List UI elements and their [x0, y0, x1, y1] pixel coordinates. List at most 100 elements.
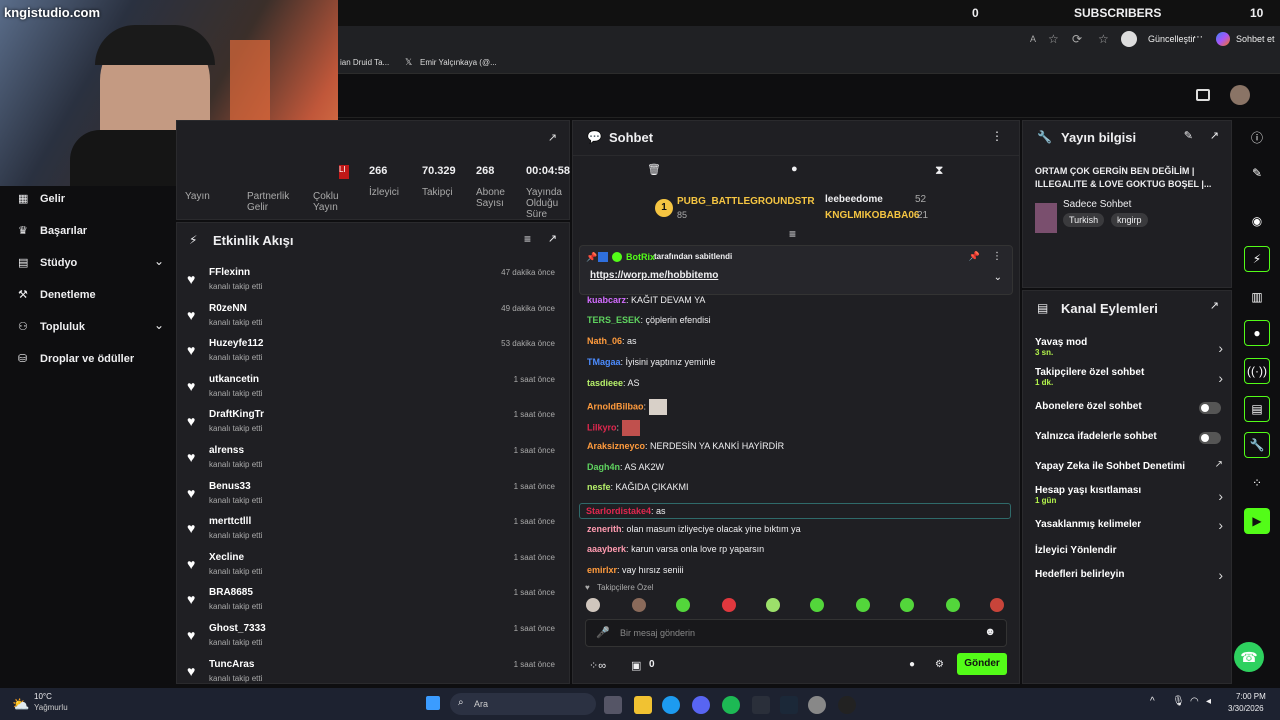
emote-button[interactable]: [900, 598, 914, 612]
tray-arrow-icon[interactable]: ^: [1150, 696, 1155, 707]
activity-event[interactable]: ♥ FFlexinn kanalı takip etti 47 dakika ö…: [177, 265, 567, 301]
chat-username[interactable]: Araksizneyco: [587, 441, 645, 451]
event-username[interactable]: Xecline: [209, 552, 244, 563]
channel-action-item[interactable]: Hedefleri belirleyin: [1035, 569, 1225, 580]
weather-icon[interactable]: ⛅: [12, 696, 29, 713]
chat-username[interactable]: aaayberk: [587, 544, 626, 554]
activity-event[interactable]: ♥ Xecline kanalı takip etti 1 saat önce: [177, 550, 567, 586]
chat-username[interactable]: nesfe: [587, 482, 611, 492]
points-icon[interactable]: ⁘∞: [589, 659, 606, 672]
chevron-right-icon[interactable]: ›: [1218, 567, 1223, 583]
sidebar-item-denetleme[interactable]: ⚒ Denetleme: [16, 286, 166, 306]
pinned-link[interactable]: https://worp.me/hobbitemo: [590, 270, 718, 281]
channel-action-item[interactable]: Yasaklanmış kelimeler: [1035, 519, 1225, 530]
clock-date[interactable]: 3/30/2026: [1228, 704, 1264, 713]
chat-username[interactable]: tasdieee: [587, 378, 623, 388]
discord-icon[interactable]: [692, 696, 710, 714]
obs-icon[interactable]: [838, 696, 856, 714]
pen-icon[interactable]: ✎: [1244, 160, 1270, 186]
stat-tab[interactable]: Çoklu Yayın: [313, 191, 343, 213]
activity-event[interactable]: ♥ TuncAras kanalı takip etti 1 saat önce: [177, 657, 567, 683]
event-username[interactable]: Benus33: [209, 481, 251, 492]
event-username[interactable]: TuncAras: [209, 659, 254, 670]
sidebar-item-basarilar[interactable]: ♛ Başarılar: [16, 222, 166, 242]
emote-button[interactable]: [810, 598, 824, 612]
activity-event[interactable]: ♥ merttctlll kanalı takip etti 1 saat ön…: [177, 514, 567, 550]
more-vertical-icon[interactable]: ⋮: [991, 129, 1003, 143]
chat-username[interactable]: zenerith: [587, 524, 622, 534]
gear-icon[interactable]: ⚙: [935, 659, 944, 670]
chat-rail-icon[interactable]: ●: [1244, 320, 1270, 346]
info-icon[interactable]: ⓘ: [1244, 124, 1270, 150]
filter-icon[interactable]: ≡: [524, 232, 531, 246]
copilot-icon[interactable]: [1216, 32, 1230, 46]
extensions-icon[interactable]: ⟳: [1072, 32, 1082, 46]
windows-start-icon[interactable]: [426, 696, 440, 710]
activity-event[interactable]: ♥ Benus33 kanalı takip etti 1 saat önce: [177, 479, 567, 515]
update-button[interactable]: Güncelleştir: [1148, 34, 1196, 44]
file-explorer-icon[interactable]: [634, 696, 652, 714]
tag[interactable]: Turkish: [1063, 213, 1105, 227]
user-avatar[interactable]: [1230, 85, 1250, 105]
sidebar-item-droplar[interactable]: ⛁ Droplar ve ödüller: [16, 350, 166, 370]
event-username[interactable]: merttctlll: [209, 516, 251, 527]
emote-button[interactable]: [856, 598, 870, 612]
bookmark-item[interactable]: ian Druid Ta...: [340, 58, 389, 67]
support-icon[interactable]: ☎: [1234, 642, 1264, 672]
camera-icon[interactable]: ◉: [1244, 208, 1270, 234]
send-button[interactable]: Gönder: [957, 653, 1007, 675]
microphone-icon[interactable]: 🎤: [596, 626, 610, 639]
stat-tab[interactable]: Partnerlik Gelir: [247, 191, 297, 213]
edge-icon[interactable]: [662, 696, 680, 714]
event-username[interactable]: R0zeNN: [209, 303, 247, 314]
event-username[interactable]: utkancetin: [209, 374, 259, 385]
wrench-rail-icon[interactable]: 🔧: [1244, 432, 1270, 458]
channel-action-item[interactable]: Yapay Zeka ile Sohbet Denetimi: [1035, 461, 1225, 472]
chevron-right-icon[interactable]: ›: [1218, 340, 1223, 356]
collapse-icon[interactable]: ≡: [789, 227, 796, 241]
toggle-switch[interactable]: [1199, 402, 1221, 414]
popout-icon[interactable]: ↗: [548, 131, 557, 144]
chevron-right-icon[interactable]: ›: [1218, 517, 1223, 533]
leader-name[interactable]: KNGLMIKOBABA06: [825, 210, 919, 221]
sidebar-item-gelir[interactable]: ▦ Gelir: [16, 190, 166, 210]
favorite-star-icon[interactable]: ☆: [1048, 32, 1059, 46]
chat-icon[interactable]: ●: [791, 163, 798, 175]
popout-icon[interactable]: ↗: [1210, 129, 1219, 142]
activity-event[interactable]: ♥ alrenss kanalı takip etti 1 saat önce: [177, 443, 567, 479]
mic-tray-icon[interactable]: 🎙: [1172, 696, 1185, 707]
chat-username[interactable]: TERS_ESEK: [587, 315, 641, 325]
clock-time[interactable]: 7:00 PM: [1236, 692, 1266, 701]
emoji-icon[interactable]: ☻: [984, 626, 996, 638]
unpin-icon[interactable]: 📌: [969, 251, 980, 262]
chat-username[interactable]: emirlxr: [587, 565, 617, 575]
popout-icon[interactable]: ↗: [548, 232, 557, 245]
emote-button[interactable]: [722, 598, 736, 612]
spotify-icon[interactable]: [722, 696, 740, 714]
media-icon[interactable]: ▶: [1244, 508, 1270, 534]
stat-tab[interactable]: Yayın: [185, 191, 210, 202]
event-username[interactable]: Huzeyfe112: [209, 338, 263, 349]
chat-username[interactable]: Lilkyro: [587, 422, 617, 432]
broadcast-icon[interactable]: ((·)): [1244, 358, 1270, 384]
terminal-icon[interactable]: [752, 696, 770, 714]
chevron-right-icon[interactable]: ›: [1218, 488, 1223, 504]
chat-username[interactable]: kuabcarz: [587, 295, 626, 305]
toggle-switch[interactable]: [1199, 432, 1221, 444]
sidebar-item-topluluk[interactable]: ⚇ Topluluk ⌄: [16, 318, 166, 338]
settings-icon[interactable]: [808, 696, 826, 714]
channel-action-item[interactable]: Yalnızca ifadelerle sohbet: [1035, 431, 1225, 442]
document-icon[interactable]: ▥: [1244, 284, 1270, 310]
taskbar-search[interactable]: ⌕ Ara: [450, 693, 596, 715]
edit-icon[interactable]: ✎: [1184, 129, 1193, 142]
studio-mode-icon[interactable]: [1196, 89, 1210, 101]
activity-event[interactable]: ♥ utkancetin kanalı takip etti 1 saat ön…: [177, 372, 567, 408]
leader-name[interactable]: leebeedome: [825, 194, 883, 205]
emote-button[interactable]: [676, 598, 690, 612]
lightning-icon[interactable]: ⚡: [1244, 246, 1270, 272]
channel-action-item[interactable]: Abonelere özel sohbet: [1035, 401, 1225, 412]
steam-icon[interactable]: [780, 696, 798, 714]
chat-username[interactable]: TMagaa: [587, 357, 621, 367]
emote-button[interactable]: [946, 598, 960, 612]
emote-button[interactable]: [766, 598, 780, 612]
